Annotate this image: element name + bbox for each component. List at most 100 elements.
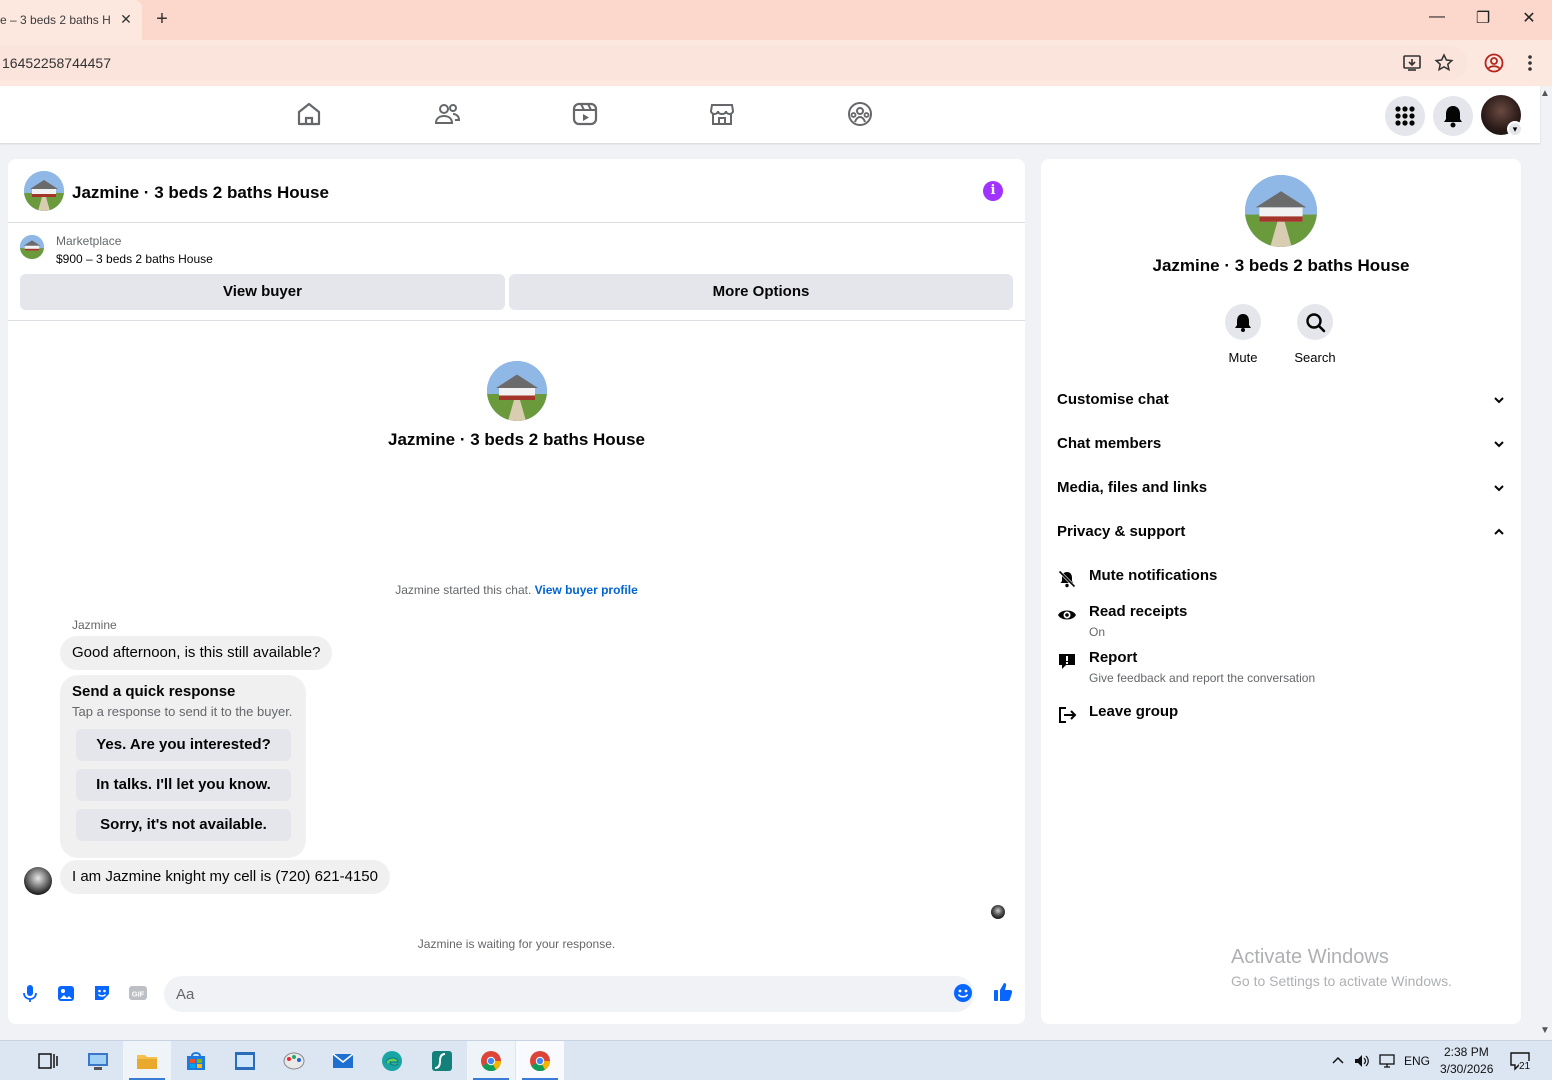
bookmark-star-icon[interactable] bbox=[1433, 52, 1455, 74]
install-app-icon[interactable] bbox=[1401, 52, 1423, 74]
quick-reply-in-talks-button[interactable]: In talks. I'll let you know. bbox=[76, 769, 291, 801]
edge-icon[interactable] bbox=[380, 1049, 404, 1073]
details-avatar bbox=[1245, 175, 1317, 247]
more-options-button[interactable]: More Options bbox=[509, 274, 1013, 310]
computer-icon[interactable] bbox=[86, 1049, 110, 1073]
friends-icon[interactable] bbox=[433, 100, 461, 128]
privacy-support-section[interactable]: Privacy & support bbox=[1057, 523, 1505, 547]
chevron-down-icon bbox=[1494, 397, 1504, 404]
store-icon[interactable] bbox=[184, 1049, 208, 1073]
section-label: Media, files and links bbox=[1057, 479, 1208, 496]
leave-icon bbox=[1059, 707, 1077, 723]
divider bbox=[8, 320, 1025, 321]
quick-reply-yes-button[interactable]: Yes. Are you interested? bbox=[76, 729, 291, 761]
file-explorer-icon[interactable] bbox=[135, 1049, 159, 1073]
message-bubble: Good afternoon, is this still available? bbox=[60, 636, 333, 670]
search-circle bbox=[1297, 304, 1333, 340]
bell-icon bbox=[1235, 314, 1251, 332]
conversation-avatar bbox=[487, 361, 547, 421]
chat-members-section[interactable]: Chat members bbox=[1057, 435, 1505, 459]
message-bubble: I am Jazmine knight my cell is (720) 621… bbox=[60, 860, 390, 894]
listing-title[interactable]: $900 – 3 beds 2 baths House bbox=[56, 252, 213, 266]
minimize-button[interactable]: — bbox=[1422, 8, 1452, 32]
chat-title: Jazmine · 3 beds 2 baths House bbox=[72, 183, 329, 202]
sender-avatar[interactable] bbox=[24, 867, 52, 895]
paint-icon[interactable] bbox=[282, 1049, 306, 1073]
chat-avatar[interactable] bbox=[24, 171, 64, 211]
account-chevron-down-icon[interactable]: ▾ bbox=[1507, 121, 1523, 137]
option-title: Read receipts bbox=[1089, 603, 1188, 620]
tray-chevron-up-icon[interactable] bbox=[1330, 1053, 1346, 1069]
notifications-button[interactable] bbox=[1433, 96, 1473, 136]
leave-group-option[interactable]: Leave group bbox=[1057, 703, 1505, 727]
activate-windows-subtitle: Go to Settings to activate Windows. bbox=[1231, 973, 1452, 989]
chrome-profile-icon[interactable] bbox=[528, 1049, 552, 1073]
apps-grid-icon bbox=[1395, 106, 1415, 126]
notification-count: 21 bbox=[1519, 1061, 1531, 1072]
restore-button[interactable]: ❐ bbox=[1468, 8, 1498, 32]
microphone-icon[interactable] bbox=[20, 983, 40, 1003]
browser-menu-icon[interactable] bbox=[1519, 52, 1541, 74]
waiting-notice: Jazmine is waiting for your response. bbox=[417, 937, 616, 951]
mute-circle bbox=[1225, 304, 1261, 340]
task-view-icon[interactable] bbox=[36, 1049, 60, 1073]
clock-time[interactable]: 2:38 PM bbox=[1444, 1045, 1489, 1059]
sticker-icon[interactable] bbox=[92, 983, 112, 1003]
started-text: Jazmine started this chat. bbox=[395, 583, 532, 597]
chrome-icon[interactable] bbox=[479, 1049, 503, 1073]
tab-title: e – 3 beds 2 baths House bbox=[0, 13, 110, 27]
section-label: Chat members bbox=[1057, 435, 1162, 452]
quick-reply-not-available-button[interactable]: Sorry, it's not available. bbox=[76, 809, 291, 841]
message-input-placeholder: Aa bbox=[176, 986, 195, 1003]
browser-tab[interactable]: e – 3 beds 2 baths House ✕ bbox=[0, 0, 142, 40]
report-option[interactable]: Report Give feedback and report the conv… bbox=[1057, 649, 1505, 689]
house-photo-icon bbox=[1245, 175, 1317, 247]
option-subtitle: On bbox=[1089, 625, 1106, 639]
quick-response-title: Send a quick response bbox=[72, 683, 236, 700]
message-input[interactable]: Aa bbox=[164, 976, 974, 1012]
chat-details-panel: Jazmine · 3 beds 2 baths House Mute Sear… bbox=[1041, 159, 1521, 1024]
house-photo-icon bbox=[487, 361, 547, 421]
view-buyer-profile-link[interactable]: View buyer profile bbox=[535, 583, 638, 597]
view-buyer-button[interactable]: View buyer bbox=[20, 274, 505, 310]
volume-icon[interactable] bbox=[1353, 1052, 1371, 1070]
gif-icon[interactable]: GIF bbox=[128, 983, 148, 1003]
photos-app-icon[interactable] bbox=[233, 1049, 257, 1073]
video-icon[interactable] bbox=[571, 100, 599, 128]
customise-chat-section[interactable]: Customise chat bbox=[1057, 391, 1505, 415]
info-icon[interactable]: i bbox=[983, 181, 1003, 201]
scrollbar-down-arrow[interactable]: ▼ bbox=[1540, 1025, 1550, 1036]
script-app-icon[interactable] bbox=[430, 1049, 454, 1073]
mail-icon[interactable] bbox=[331, 1049, 355, 1073]
bell-icon bbox=[1444, 106, 1462, 128]
mute-notifications-option[interactable]: Mute notifications bbox=[1057, 567, 1505, 591]
network-icon[interactable] bbox=[1378, 1052, 1396, 1070]
emoji-icon[interactable] bbox=[953, 983, 973, 1003]
seen-indicator-avatar bbox=[991, 905, 1005, 919]
eye-icon bbox=[1058, 610, 1076, 620]
search-icon bbox=[1306, 313, 1326, 333]
thumbs-up-icon[interactable] bbox=[992, 981, 1014, 1003]
media-files-links-section[interactable]: Media, files and links bbox=[1057, 479, 1505, 503]
bell-off-icon bbox=[1058, 570, 1076, 588]
photo-icon[interactable] bbox=[56, 983, 76, 1003]
report-icon bbox=[1059, 654, 1075, 669]
new-tab-button[interactable]: + bbox=[152, 8, 172, 32]
clock-date[interactable]: 3/30/2026 bbox=[1440, 1062, 1493, 1076]
language-indicator[interactable]: ENG bbox=[1404, 1054, 1430, 1068]
tab-close-icon[interactable]: ✕ bbox=[118, 11, 134, 29]
groups-icon[interactable] bbox=[846, 100, 874, 128]
listing-thumbnail[interactable] bbox=[20, 235, 44, 259]
home-icon[interactable] bbox=[295, 100, 323, 128]
close-window-button[interactable]: ✕ bbox=[1514, 8, 1544, 32]
read-receipts-option[interactable]: Read receipts On bbox=[1057, 603, 1505, 643]
url-field[interactable]: 16452258744457 bbox=[0, 46, 1468, 80]
quick-response-card: Send a quick response Tap a response to … bbox=[60, 675, 306, 858]
profile-icon[interactable] bbox=[1483, 52, 1505, 74]
mute-button[interactable]: Mute bbox=[1213, 304, 1273, 365]
scrollbar-up-arrow[interactable]: ▲ bbox=[1540, 88, 1550, 99]
url-text: 16452258744457 bbox=[2, 55, 112, 71]
menu-button[interactable] bbox=[1385, 96, 1425, 136]
search-button[interactable]: Search bbox=[1285, 304, 1345, 365]
marketplace-icon[interactable] bbox=[708, 100, 736, 128]
